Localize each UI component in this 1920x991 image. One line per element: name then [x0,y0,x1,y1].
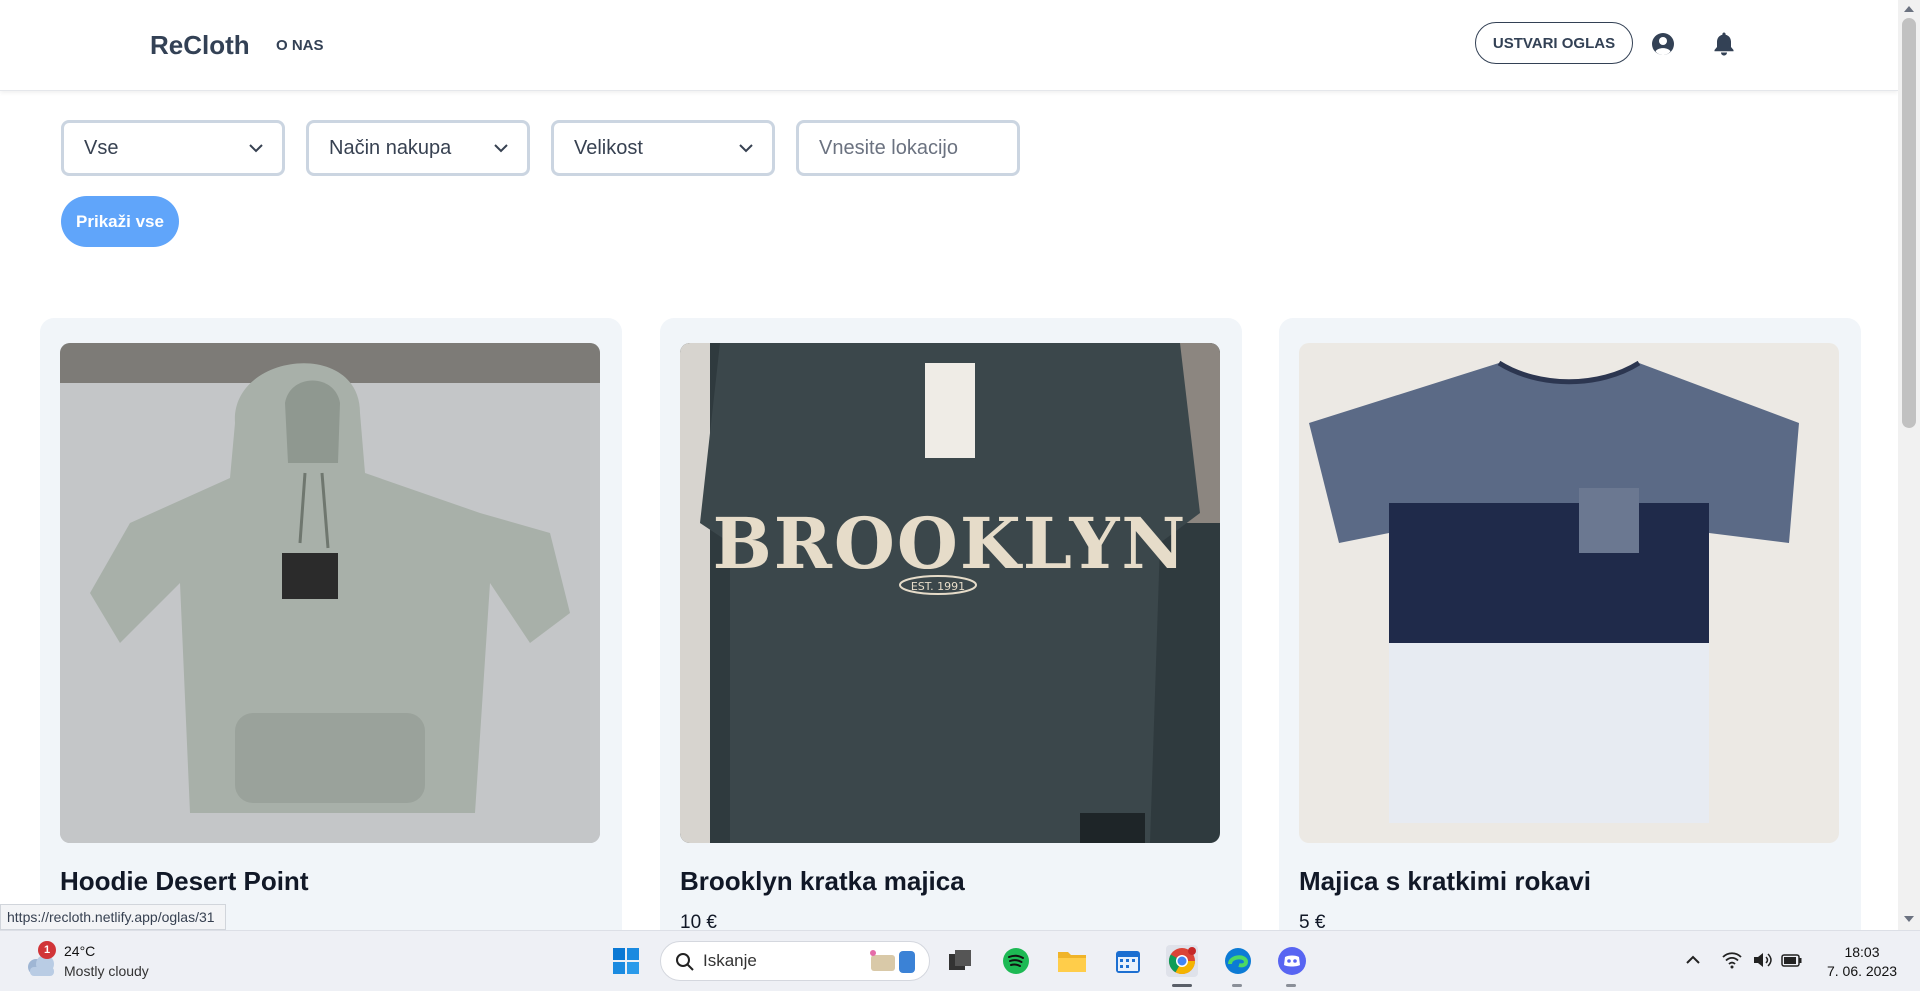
discord-active-indicator [1286,984,1296,987]
battery-icon[interactable] [1781,949,1803,971]
brand-logo[interactable]: ReCloth [150,30,250,61]
start-menu-icon[interactable] [610,945,642,977]
listing-card[interactable]: BROOKLYN EST. 1991 Brooklyn kratka majic… [660,318,1242,930]
calendar-app-icon[interactable] [1112,945,1144,977]
site-header: ReCloth O NAS USTVARI OGLAS [0,0,1898,91]
listing-title[interactable]: Majica s kratkimi rokavi [1299,866,1591,897]
location-input[interactable] [796,120,1020,176]
chrome-icon[interactable] [1166,945,1198,977]
listing-card[interactable]: Hoodie Desert Point [40,318,622,930]
listing-title[interactable]: Brooklyn kratka majica [680,866,965,897]
clock-date: 7. 06. 2023 [1826,963,1898,979]
show-all-button[interactable]: Prikaži vse [61,196,179,247]
size-select[interactable]: Velikost [551,120,775,176]
size-select-value: Velikost [574,136,643,159]
browser-viewport: ReCloth O NAS USTVARI OGLAS Vse Način na… [0,0,1898,930]
wifi-icon[interactable] [1721,949,1743,971]
weather-condition: Mostly cloudy [64,963,149,979]
chevron-up-icon[interactable] [1682,949,1704,971]
search-highlight-icon [870,950,915,973]
search-icon [676,953,694,971]
discord-icon[interactable] [1276,945,1308,977]
svg-text:EST. 1991: EST. 1991 [911,580,965,593]
category-select-value: Vse [84,136,119,159]
taskbar-search-placeholder: Iskanje [703,951,757,970]
purchase-method-select[interactable]: Način nakupa [306,120,530,176]
listing-title[interactable]: Hoodie Desert Point [60,866,308,897]
weather-temperature: 24°C [64,943,96,959]
purchase-method-select-value: Način nakupa [329,136,452,159]
listing-photo-hoodie[interactable] [60,343,600,843]
listing-photo-brooklyn[interactable]: BROOKLYN EST. 1991 [680,343,1220,843]
nav-link-about[interactable]: O NAS [276,37,324,54]
edge-active-indicator [1232,984,1242,987]
taskbar-clock[interactable]: 18:03 7. 06. 2023 [1820,943,1904,981]
create-listing-button[interactable]: USTVARI OGLAS [1475,22,1633,64]
user-circle-icon[interactable] [1651,32,1675,56]
chevron-down-icon [739,144,753,153]
page-scrollbar[interactable] [1898,0,1920,930]
scroll-up-arrow-icon[interactable] [1904,6,1914,12]
listing-photo-tshirt[interactable] [1299,343,1839,843]
weather-notification-badge: 1 [38,941,56,959]
chevron-down-icon [249,144,263,153]
chevron-down-icon [494,144,508,153]
category-select[interactable]: Vse [61,120,285,176]
taskbar-search-box[interactable]: Iskanje [660,941,930,981]
volume-icon[interactable] [1751,949,1773,971]
svg-text:BROOKLYN: BROOKLYN [713,502,1188,585]
edge-icon[interactable] [1222,945,1254,977]
listing-price: 10 € [680,912,717,930]
file-explorer-icon[interactable] [1056,945,1088,977]
scroll-thumb[interactable] [1902,18,1916,428]
task-view-icon[interactable] [944,945,976,977]
scroll-down-arrow-icon[interactable] [1904,916,1914,922]
listing-card[interactable]: Majica s kratkimi rokavi 5 € [1279,318,1861,930]
listing-price: 5 € [1299,912,1326,930]
weather-widget[interactable]: 1 24°C Mostly cloudy [22,941,202,983]
bell-icon[interactable] [1712,31,1736,57]
chrome-active-indicator [1172,984,1192,987]
clock-time: 18:03 [1844,944,1880,960]
spotify-icon[interactable] [1000,945,1032,977]
status-bar-url: https://recloth.netlify.app/oglas/31 [0,904,226,930]
windows-taskbar: 1 24°C Mostly cloudy Iskanje 18:03 7. 06… [0,930,1920,991]
